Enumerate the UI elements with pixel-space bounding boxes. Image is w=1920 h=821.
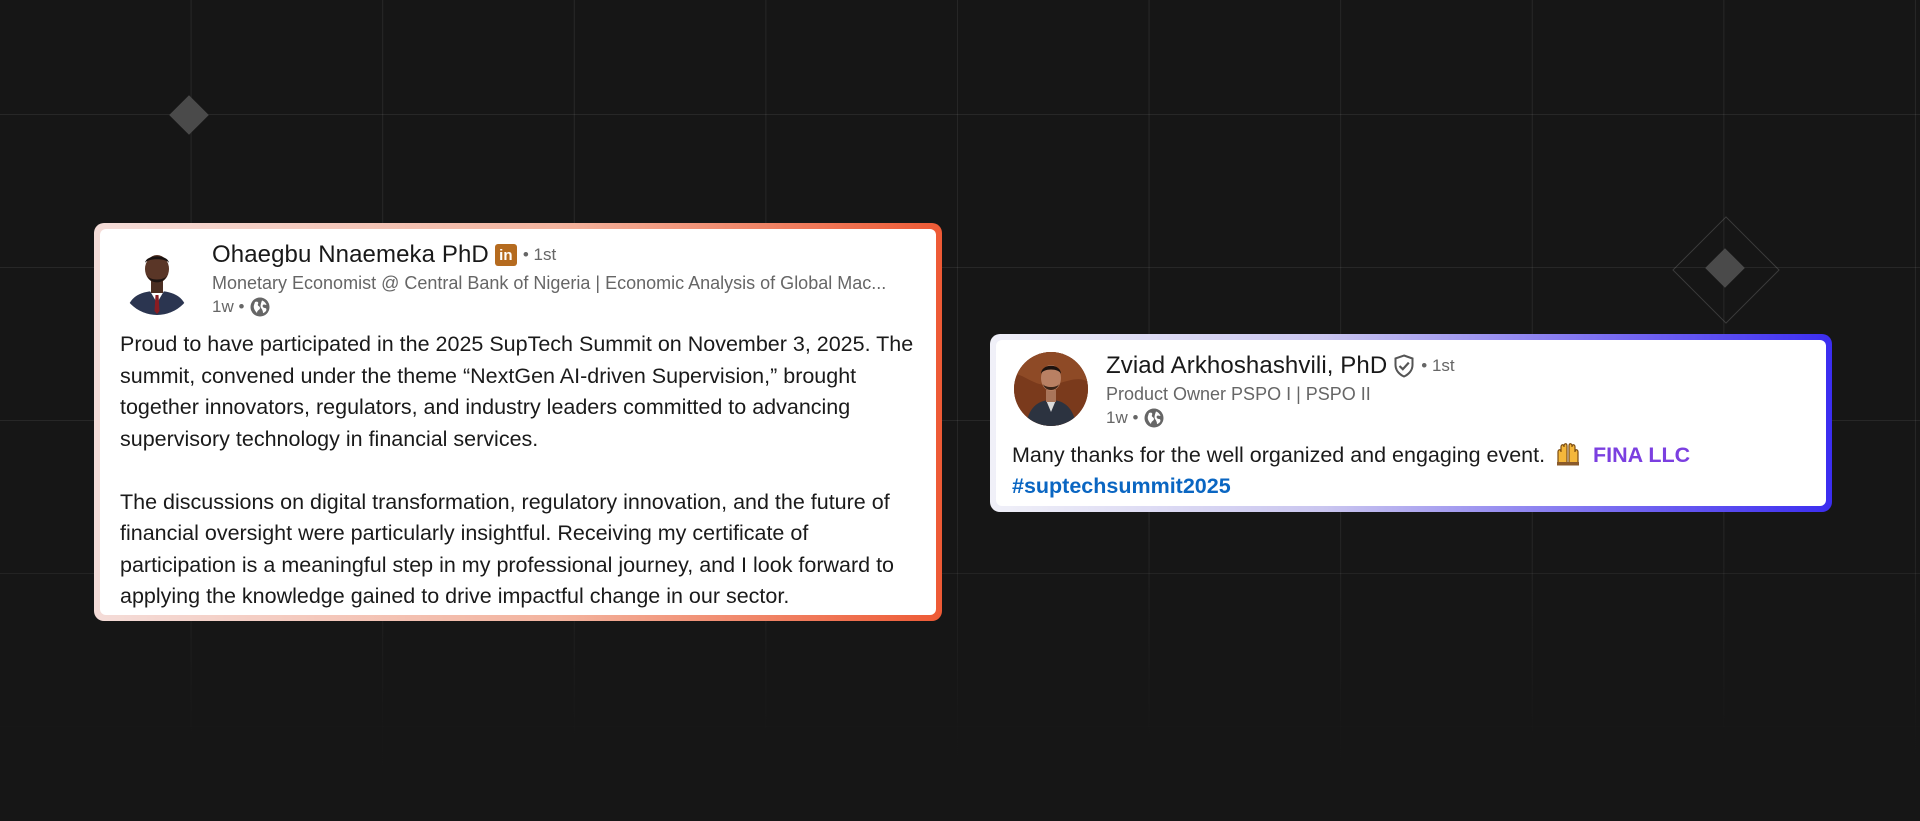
connection-degree: • 1st (522, 245, 557, 264)
author-name[interactable]: Zviad Arkhoshashvili, PhD (1106, 352, 1387, 380)
author-name-row: Ohaegbu Nnaemeka PhD in • 1st (212, 239, 922, 271)
globe-icon (250, 297, 270, 317)
avatar[interactable] (1014, 352, 1088, 426)
canvas-background: Ohaegbu Nnaemeka PhD in • 1st Monetary E… (0, 0, 1920, 821)
author-headline: Monetary Economist @ Central Bank of Nig… (212, 273, 887, 293)
post-card-2: Zviad Arkhoshashvili, PhD • 1st Product … (996, 340, 1826, 506)
post-header: Zviad Arkhoshashvili, PhD • 1st Product … (1010, 350, 1812, 430)
avatar[interactable] (120, 241, 194, 315)
decorative-diamond (169, 95, 209, 135)
post-time: 1w • (1106, 408, 1139, 427)
post-header: Ohaegbu Nnaemeka PhD in • 1st Monetary E… (114, 239, 922, 319)
testimonial-card-frame-2: Zviad Arkhoshashvili, PhD • 1st Product … (990, 334, 1832, 512)
post-text: Many thanks for the well organized and e… (1012, 443, 1546, 467)
post-card-1: Ohaegbu Nnaemeka PhD in • 1st Monetary E… (100, 229, 936, 615)
globe-icon (1144, 408, 1164, 428)
post-paragraph: Proud to have participated in the 2025 S… (120, 332, 914, 451)
author-meta: Ohaegbu Nnaemeka PhD in • 1st Monetary E… (212, 239, 922, 319)
author-meta: Zviad Arkhoshashvili, PhD • 1st Product … (1106, 350, 1812, 430)
verified-shield-icon (1394, 354, 1414, 378)
post-time: 1w • (212, 297, 245, 316)
person-avatar-icon (1014, 352, 1088, 426)
raising-hands-emoji-icon (1557, 443, 1580, 466)
post-body: Proud to have participated in the 2025 S… (114, 329, 922, 613)
person-avatar-icon (120, 241, 194, 315)
post-time-row: 1w • (212, 295, 922, 319)
author-name-row: Zviad Arkhoshashvili, PhD • 1st (1106, 350, 1812, 382)
company-mention-link[interactable]: FINA LLC (1593, 443, 1690, 467)
hashtag-link[interactable]: #suptechsummit2025 (1012, 474, 1231, 498)
post-paragraph: The discussions on digital transformatio… (120, 489, 895, 609)
post-body: Many thanks for the well organized and e… (1010, 440, 1812, 502)
connection-degree: • 1st (1421, 356, 1455, 375)
author-name[interactable]: Ohaegbu Nnaemeka PhD (212, 241, 489, 269)
linkedin-icon: in (494, 244, 517, 266)
testimonial-card-frame-1: Ohaegbu Nnaemeka PhD in • 1st Monetary E… (94, 223, 942, 621)
author-headline: Product Owner PSPO I | PSPO II (1106, 384, 1371, 404)
post-time-row: 1w • (1106, 406, 1812, 430)
